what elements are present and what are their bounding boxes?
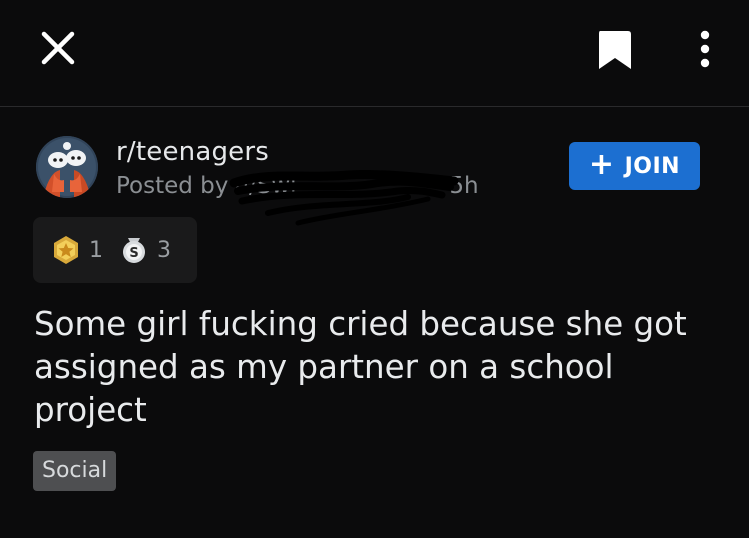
- author-link[interactable]: u/Swi: [234, 173, 296, 199]
- posted-by-label: Posted by: [116, 173, 229, 199]
- award-silver[interactable]: S 3: [119, 235, 171, 265]
- plus-icon: +: [588, 146, 615, 182]
- gold-star-award-icon: [54, 236, 78, 264]
- bookmark-icon: [599, 31, 631, 69]
- close-button[interactable]: [40, 30, 76, 66]
- post-age: • 5h: [428, 173, 479, 199]
- more-options-button[interactable]: [690, 28, 720, 72]
- awards-bar[interactable]: 1 S 3: [33, 217, 197, 283]
- svg-text:S: S: [129, 246, 138, 261]
- join-button-label: JOIN: [624, 153, 681, 179]
- post-title[interactable]: Some girl fucking cried because she got …: [34, 303, 724, 432]
- award-gold[interactable]: 1: [51, 235, 103, 265]
- top-navigation-bar: [0, 0, 749, 107]
- award-silver-count: 3: [157, 237, 171, 263]
- teenagers-snoo-icon: [36, 136, 98, 198]
- post-flair[interactable]: Social: [33, 451, 117, 491]
- post-card: r/teenagers Posted by u/Swi • 5h + JOIN 1: [0, 107, 749, 538]
- award-gold-count: 1: [89, 237, 103, 263]
- post-byline: Posted by u/Swi • 5h: [116, 173, 479, 199]
- more-vertical-icon: [700, 30, 710, 68]
- save-button[interactable]: [597, 28, 633, 72]
- silver-award-icon: S: [123, 238, 145, 263]
- close-icon: [41, 31, 75, 65]
- subreddit-name-link[interactable]: r/teenagers: [116, 137, 269, 167]
- subreddit-avatar[interactable]: [36, 136, 98, 198]
- join-button[interactable]: + JOIN: [569, 142, 700, 190]
